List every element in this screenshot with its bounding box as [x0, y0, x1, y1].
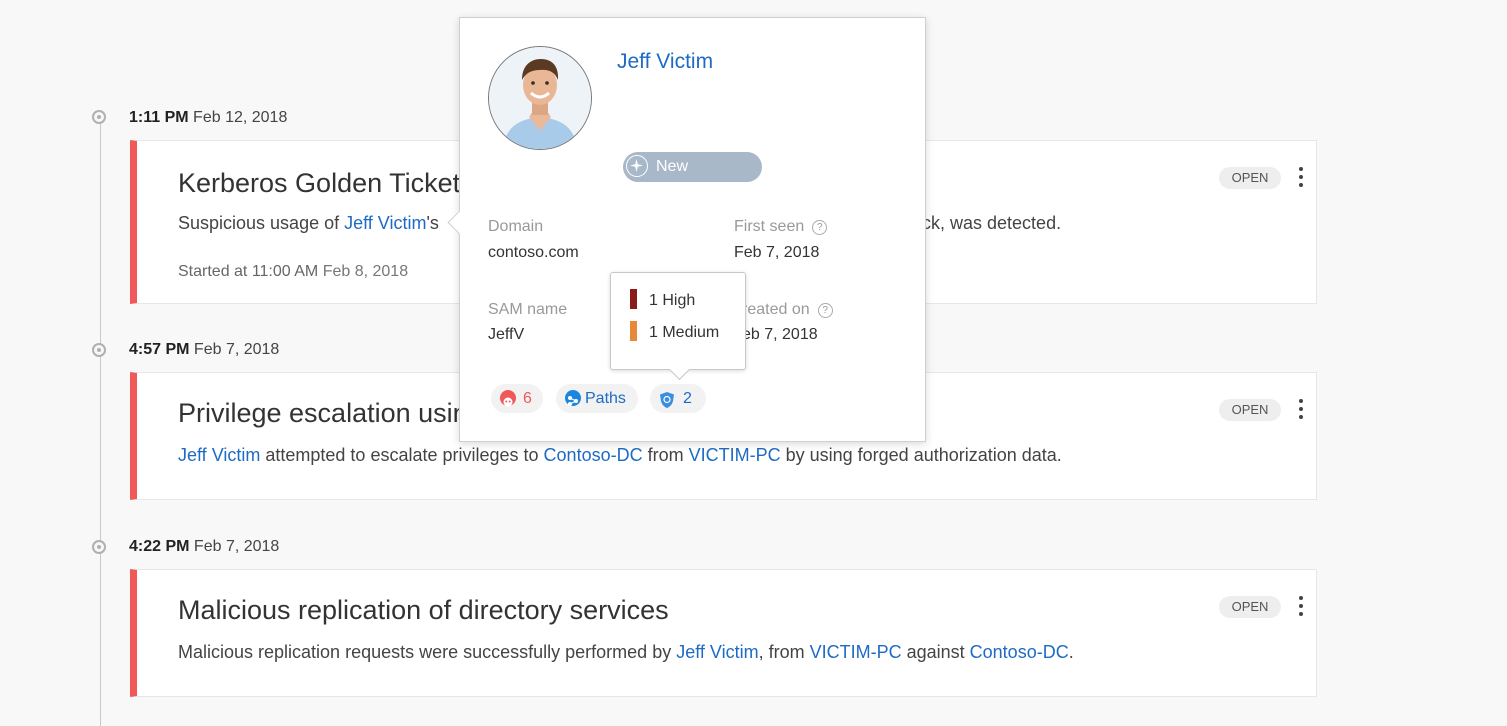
help-icon[interactable]: ? — [812, 220, 828, 235]
user-link[interactable]: Jeff Victim — [344, 213, 426, 233]
alert-title[interactable]: Kerberos Golden Ticket — [178, 168, 460, 199]
alert-card-malicious-replication[interactable]: Malicious replication of directory servi… — [130, 569, 1317, 697]
created-on-value: eb 7, 2018 — [742, 326, 818, 343]
timeline-timestamp: 4:57 PM Feb 7, 2018 — [129, 341, 280, 358]
more-options-icon[interactable] — [1296, 596, 1306, 620]
timeline-dot-icon — [92, 343, 106, 357]
alert-description: Suspicious usage of Jeff Victim's — [178, 213, 439, 233]
user-entity-popover: Jeff Victim New Domain contoso.com First… — [447, 17, 926, 442]
help-icon[interactable]: ? — [817, 303, 833, 318]
shield-icon — [659, 390, 675, 408]
domain-value: contoso.com — [488, 244, 579, 261]
more-options-icon[interactable] — [1296, 167, 1306, 191]
first-seen-label: First seen? — [734, 218, 828, 236]
severity-tooltip: 1 High 1 Medium — [610, 272, 746, 381]
sparkle-icon — [626, 155, 648, 177]
status-badge: OPEN — [1219, 596, 1281, 618]
timeline-dot-icon — [92, 110, 106, 124]
computer-link[interactable]: VICTIM-PC — [810, 642, 902, 662]
alert-bug-icon — [500, 390, 516, 407]
domain-label: Domain — [488, 218, 544, 235]
severity-medium: 1 Medium — [630, 321, 719, 342]
user-link[interactable]: Jeff Victim — [676, 642, 758, 662]
timeline-timestamp: 1:11 PM Feb 12, 2018 — [129, 109, 288, 126]
severity-high: 1 High — [630, 289, 695, 310]
alert-description: Malicious replication requests were succ… — [178, 642, 1074, 662]
paths-chip[interactable]: Paths — [556, 384, 638, 413]
avatar — [488, 46, 592, 150]
more-options-icon[interactable] — [1296, 399, 1306, 423]
shield-chip[interactable]: 2 — [650, 384, 706, 413]
user-name-link[interactable]: Jeff Victim — [617, 50, 713, 74]
alerts-chip[interactable]: 6 — [491, 384, 543, 413]
timeline-dot-icon — [92, 540, 106, 554]
computer-link[interactable]: Contoso-DC — [970, 642, 1069, 662]
computer-link[interactable]: Contoso-DC — [544, 445, 643, 465]
status-badge: OPEN — [1219, 167, 1281, 189]
medium-severity-bar — [630, 321, 637, 341]
sam-name-value: JeffV — [488, 326, 525, 343]
paths-icon — [565, 390, 581, 406]
first-seen-value: Feb 7, 2018 — [734, 244, 820, 261]
alert-title[interactable]: Privilege escalation usin — [178, 398, 468, 429]
high-severity-bar — [630, 289, 637, 309]
alert-started: Started at 11:00 AM Feb 8, 2018 — [178, 263, 409, 280]
alert-description: Jeff Victim attempted to escalate privil… — [178, 445, 1062, 465]
timeline-line — [100, 118, 101, 726]
user-link[interactable]: Jeff Victim — [178, 445, 260, 465]
computer-link[interactable]: VICTIM-PC — [689, 445, 781, 465]
sam-name-label: SAM name — [488, 301, 568, 318]
alert-title[interactable]: Malicious replication of directory servi… — [178, 595, 669, 626]
status-badge: OPEN — [1219, 399, 1281, 421]
alert-description-tail: ack, was detected. — [912, 213, 1062, 233]
created-on-label: reated on? — [742, 301, 833, 319]
timeline-timestamp: 4:22 PM Feb 7, 2018 — [129, 538, 280, 555]
new-tag: New — [623, 152, 762, 182]
